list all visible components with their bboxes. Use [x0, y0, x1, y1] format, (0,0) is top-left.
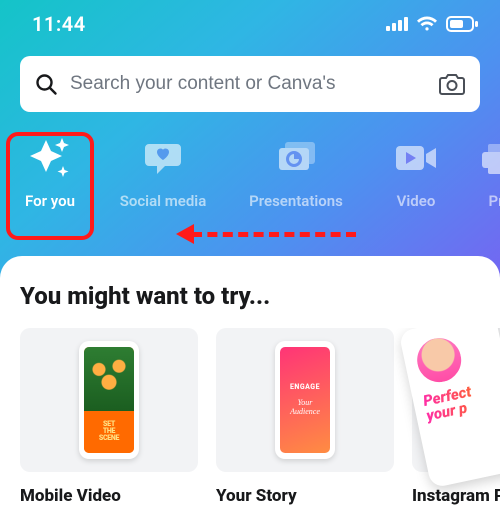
template-label: Your Story: [216, 486, 394, 506]
heart-bubble-icon: [139, 134, 187, 182]
category-scroller[interactable]: For you Social media Presentations Video…: [0, 122, 500, 226]
template-card-your-story[interactable]: ENGAGE YourAudience Your Story: [216, 328, 394, 506]
category-label: For you: [25, 192, 75, 210]
template-thumb: ENGAGE YourAudience: [216, 328, 394, 472]
wifi-icon: [416, 16, 438, 32]
camera-icon[interactable]: [438, 72, 466, 96]
template-card-mobile-video[interactable]: SETTHESCENE Mobile Video: [20, 328, 198, 506]
section-title: You might want to try...: [20, 282, 500, 310]
print-icon: [472, 134, 500, 182]
category-video[interactable]: Video: [366, 128, 466, 210]
category-label: Social media: [120, 192, 207, 210]
suggestions-sheet: You might want to try... SETTHESCENE Mob…: [0, 256, 500, 524]
presentation-icon: [272, 134, 320, 182]
video-icon: [392, 134, 440, 182]
status-bar: 11:44: [0, 0, 500, 42]
category-presentations[interactable]: Presentations: [226, 128, 366, 210]
template-thumb: SETTHESCENE: [20, 328, 198, 472]
battery-icon: [446, 16, 478, 32]
category-social-media[interactable]: Social media: [100, 128, 226, 210]
category-for-you[interactable]: For you: [0, 128, 100, 210]
status-time: 11:44: [32, 12, 86, 36]
category-label: Presentations: [249, 192, 343, 210]
template-label: Mobile Video: [20, 486, 198, 506]
search-bar[interactable]: [20, 56, 480, 112]
template-card-instagram-post[interactable]: Perfectyour p Instagram P: [412, 328, 500, 506]
category-print[interactable]: Pr: [466, 128, 500, 210]
sparkle-icon: [26, 134, 74, 182]
category-label: Pr: [488, 192, 500, 210]
search-bar-container: [0, 42, 500, 122]
template-scroller[interactable]: SETTHESCENE Mobile Video ENGAGE YourAudi…: [20, 328, 500, 506]
search-input[interactable]: [70, 73, 426, 95]
cellular-icon: [386, 17, 408, 31]
category-label: Video: [397, 192, 436, 210]
template-thumb: Perfectyour p: [412, 328, 500, 472]
search-icon: [34, 72, 58, 96]
app-screen: 11:44 For you Social media: [0, 0, 500, 524]
template-label: Instagram P: [412, 486, 500, 506]
status-icons: [386, 16, 478, 32]
